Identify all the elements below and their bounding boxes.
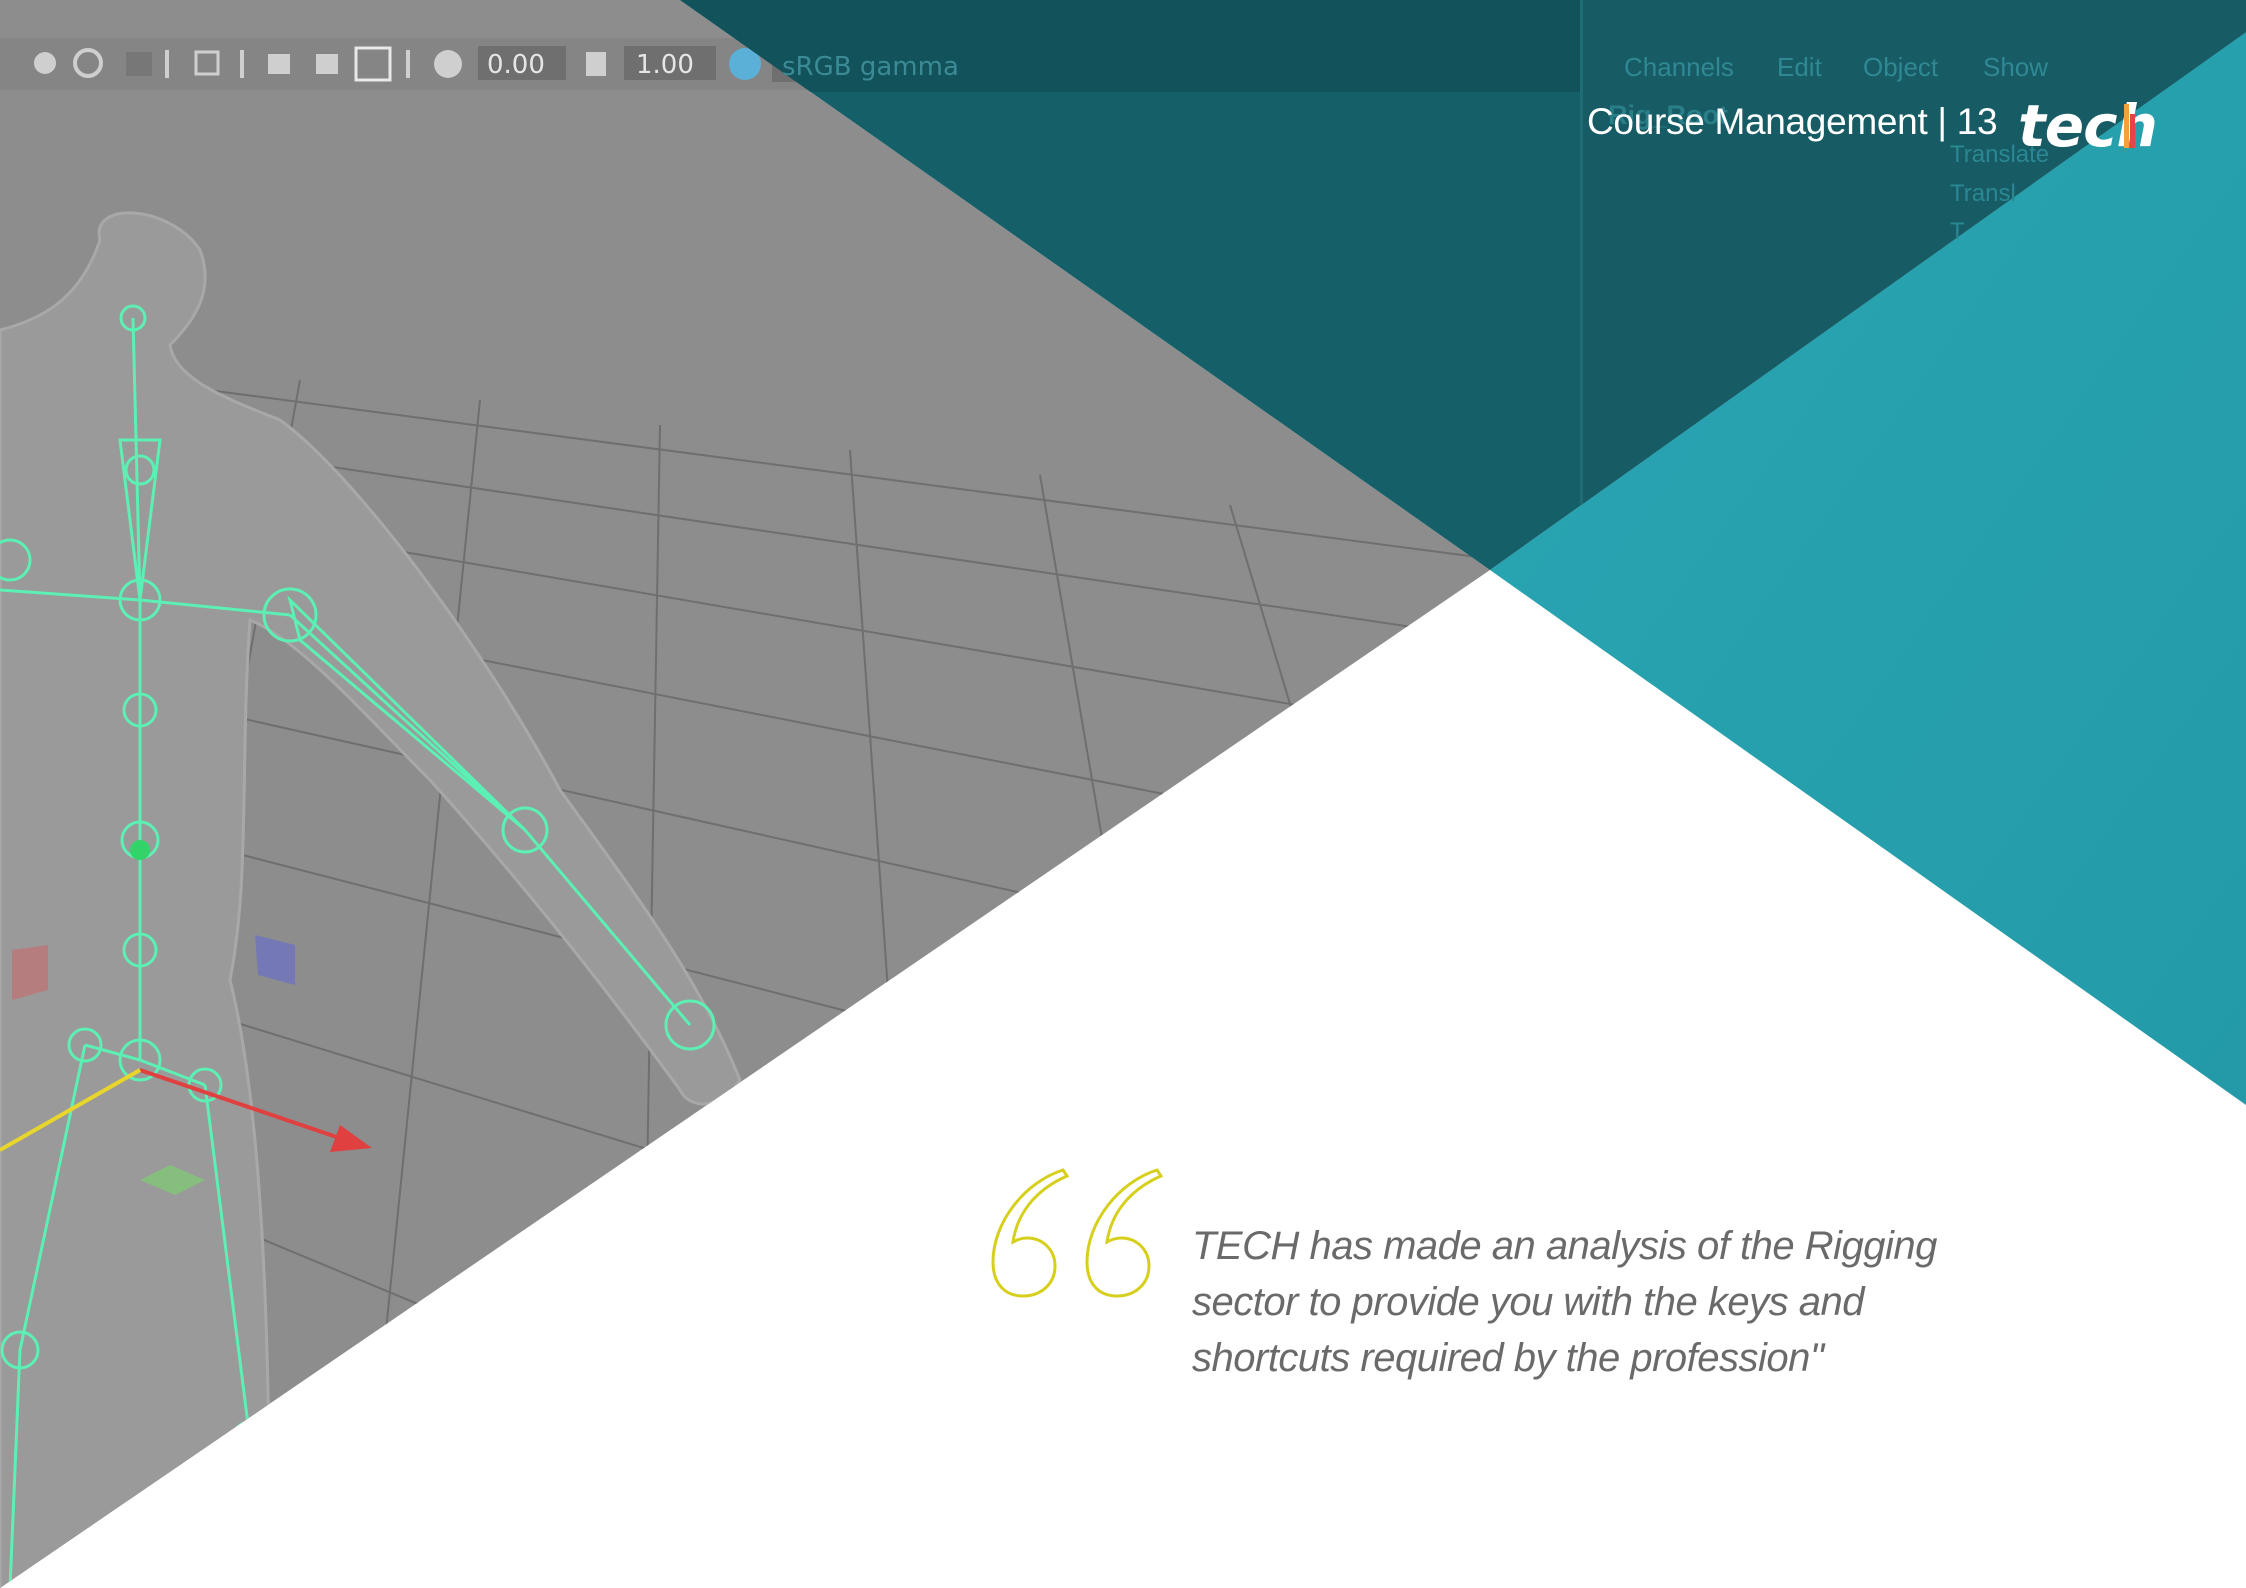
menu-show[interactable]: Show [1983,52,2048,83]
quote-line-2: sector to provide you with the keys and [1192,1280,1864,1324]
channel-box-attr-2: Transl [1950,180,2016,207]
exposure-value: 0.00 [487,50,545,80]
testimonial-quote: TECH has made an analysis of the Rigging… [1192,1218,1952,1386]
gamma-field[interactable]: 1.00 [636,50,694,80]
page-header: Course Management | 13 [1587,101,1998,142]
quote-line-3: shortcuts required by the profession" [1192,1336,1824,1380]
color-space-dropdown[interactable]: sRGB gamma [782,52,959,82]
brochure-page: 0.00 1.00 sRGB gamma Channels Edit Objec… [0,0,2246,1588]
gamma-value: 1.00 [636,50,694,80]
quote-line-1: TECH has made an analysis of the Rigging [1192,1224,1937,1268]
color-space-label: sRGB gamma [782,52,959,82]
menu-object[interactable]: Object [1863,52,1938,83]
menu-edit[interactable]: Edit [1777,52,1822,83]
quote-mark-icon [991,1168,1164,1298]
exposure-field[interactable]: 0.00 [487,50,545,80]
channel-box-attr-3: T [1950,218,1965,245]
logo-color-accent [2124,104,2135,148]
menu-channels[interactable]: Channels [1624,52,1734,83]
